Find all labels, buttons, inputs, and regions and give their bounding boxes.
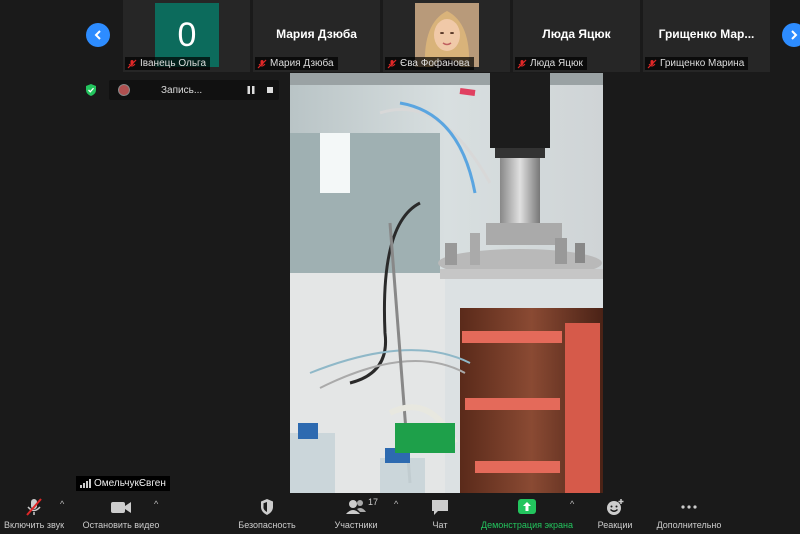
participants-icon [346,500,366,514]
active-speaker-label: ОмельчукЄвген [76,476,170,491]
muted-mic-icon [26,498,42,516]
security-shield-icon[interactable] [84,83,98,97]
share-options-caret-icon[interactable]: ^ [570,499,574,509]
participant-name: Люда Яцюк [530,58,583,69]
share-screen-icon [518,499,536,514]
participant-strip: 0 Іванець Ольга Мария Дзюба Мария Дзюба … [0,0,800,73]
security-shield-icon [261,499,273,515]
muted-mic-icon [257,59,267,68]
participant-name-label: Люда Яцюк [515,57,587,70]
muted-mic-icon [647,59,657,68]
active-speaker-name: ОмельчукЄвген [94,478,166,489]
participant-name-label: Єва Фофанова [385,57,474,70]
previous-page-button[interactable] [86,23,110,47]
recording-bar: Запись... [109,80,279,100]
reactions-button[interactable]: Реакции [594,493,636,534]
participant-display-name: Грищенко Мар... [658,27,755,41]
recording-label: Запись... [161,84,203,96]
participant-display-name: Мария Дзюба [276,27,357,41]
participant-name-label: Грищенко Марина [645,57,749,70]
participant-tile[interactable]: Грищенко Мар... Грищенко Марина [643,0,770,72]
participant-name: Єва Фофанова [400,58,470,69]
video-camera-icon [111,502,131,513]
meeting-toolbar: Включить звук ^ Остановить видео ^ Безоп… [0,493,800,534]
share-screen-label: Демонстрация экрана [481,520,573,530]
participant-name-label: Іванець Ольга [125,57,211,70]
participant-display-name: Люда Яцюк [542,27,611,41]
chevron-right-icon [791,30,798,40]
more-dots-icon [681,505,697,509]
muted-mic-icon [127,59,137,68]
stop-video-button[interactable]: Остановить видео [78,493,164,534]
security-label: Безопасность [238,520,296,530]
chevron-left-icon [94,30,101,40]
pause-recording-icon[interactable] [247,86,255,94]
recording-indicator-icon [118,84,130,96]
participant-tile[interactable]: 0 Іванець Ольга [123,0,250,72]
audio-options-caret-icon[interactable]: ^ [60,499,64,509]
participants-count: 17 [368,497,379,507]
participant-tile[interactable]: Мария Дзюба Мария Дзюба [253,0,380,72]
participants-label: Участники [334,520,378,530]
unmute-label: Включить звук [3,520,65,530]
participant-name: Іванець Ольга [140,58,207,69]
stop-video-label: Остановить видео [82,520,160,530]
more-label: Дополнительно [656,520,722,530]
chat-bubble-icon [432,500,448,515]
participant-name: Мария Дзюба [270,58,334,69]
security-button[interactable]: Безопасность [234,493,300,534]
share-screen-button[interactable]: Демонстрация экрана [476,493,578,534]
main-video-feed [290,73,603,493]
participant-name-label: Мария Дзюба [255,57,338,70]
unmute-button[interactable]: Включить звук [0,493,68,534]
participant-tile[interactable]: Єва Фофанова [383,0,510,72]
chat-label: Чат [432,520,448,530]
chat-button[interactable]: Чат [428,493,452,534]
participants-options-caret-icon[interactable]: ^ [394,499,398,509]
reactions-label: Реакции [597,520,633,530]
next-page-button[interactable] [782,23,800,47]
participant-tile[interactable]: Люда Яцюк Люда Яцюк [513,0,640,72]
reaction-emoji-icon [607,499,624,515]
signal-strength-icon [80,479,91,488]
muted-mic-icon [387,59,397,68]
video-options-caret-icon[interactable]: ^ [154,499,158,509]
stop-recording-icon[interactable] [267,87,273,93]
muted-mic-icon [517,59,527,68]
more-button[interactable]: Дополнительно [652,493,726,534]
participant-name: Грищенко Марина [660,58,745,69]
